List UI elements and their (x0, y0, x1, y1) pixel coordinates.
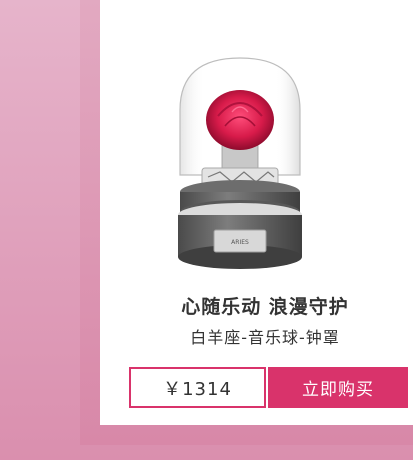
price-tag: ￥1314 (129, 367, 266, 408)
product-title: 心随乐动 浪漫守护 (181, 296, 349, 318)
rose-music-box-image: ARIES (178, 57, 302, 269)
product-subtitle: 白羊座-音乐球-钟罩 (190, 328, 340, 347)
buy-now-button[interactable]: 立即购买 (268, 367, 408, 408)
plate-text: ARIES (231, 239, 249, 246)
